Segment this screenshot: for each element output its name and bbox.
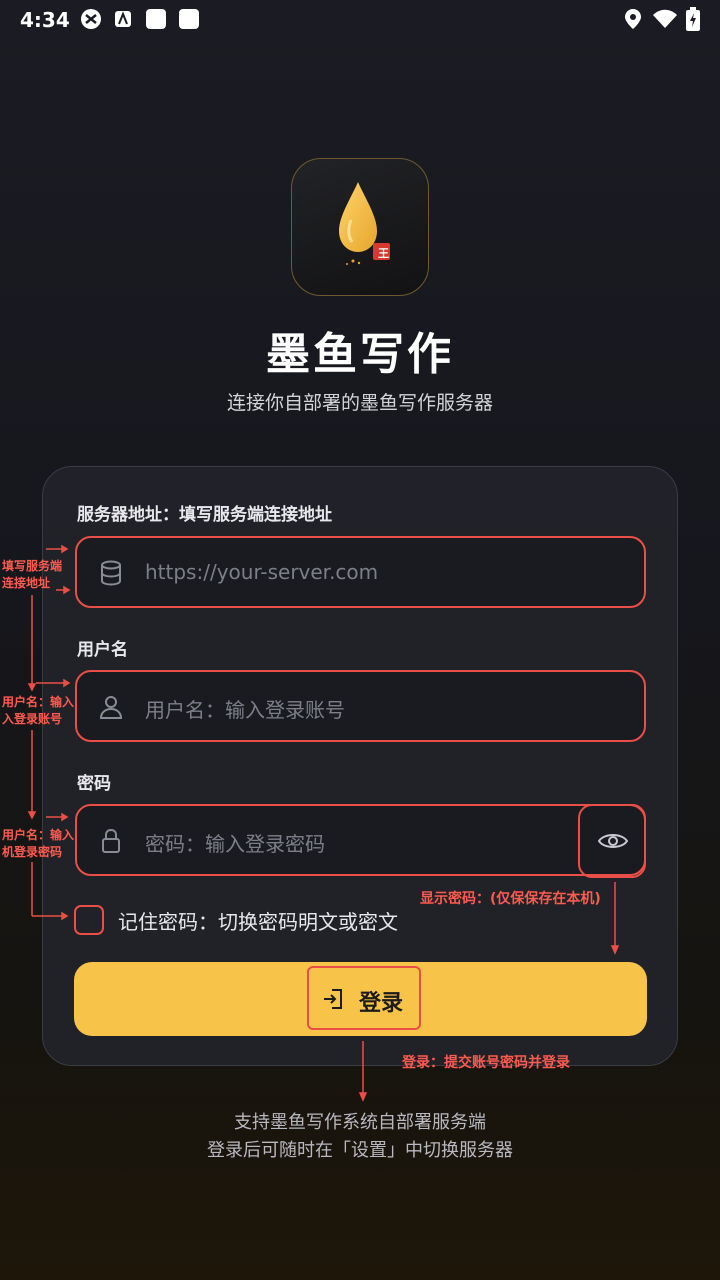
server-field[interactable]: https://your-server.com [75,536,646,608]
annotation-username: 用户名：输入 入登录账号 [2,694,74,728]
user-icon [99,696,123,719]
app-a-icon [115,11,131,27]
login-button-content: 登录 [307,966,421,1030]
password-label: 密码 [77,774,111,794]
annotation-server-line-2: 连接地址 [2,576,51,590]
show-password-button[interactable] [578,804,646,878]
wifi-icon [653,9,677,28]
database-icon [101,560,121,586]
annotation-server: 填写服务端 连接地址 [2,558,62,592]
app-title: 墨鱼写作 [266,329,454,380]
username-label: 用户名 [77,640,128,660]
login-button-label: 登录 [359,991,404,1016]
eye-icon [597,834,629,848]
status-time: 4:34 [20,8,70,32]
annotation-password: 用户名：输入 机登录密码 [2,827,74,861]
battery-charging-icon [686,7,700,31]
server-label: 服务器地址：填写服务端连接地址 [77,505,332,525]
location-icon [625,9,641,29]
footer-line-1: 支持墨鱼写作系统自部署服务端 [234,1112,486,1133]
annotation-password-line-1: 用户名：输入 [2,828,75,842]
app-subtitle: 连接你自部署的墨鱼写作服务器 [226,392,493,414]
server-input[interactable]: https://your-server.com [145,560,378,584]
login-button[interactable]: 登录 [74,962,647,1036]
password-field[interactable]: 密码：输入登录密码 [75,804,646,876]
annotation-server-line-1: 填写服务端 [2,559,63,573]
username-input[interactable]: 用户名：输入登录账号 [145,694,345,723]
lock-icon [102,828,120,853]
login-icon [324,989,342,1009]
annotation-username-line-2: 入登录账号 [2,712,63,726]
square-notification-icon [146,9,166,29]
annotation-login: 登录：提交账号密码并登录 [402,1055,570,1071]
footer-line-2: 登录后可随时在「设置」中切换服务器 [207,1140,513,1161]
remember-checkbox[interactable] [74,905,104,935]
app-logo: 王 [291,158,429,296]
logo-seal-text: 王 [378,247,389,260]
status-bar: 4:34 [0,0,720,40]
square-notification-icon [179,9,199,29]
shield-app-icon [81,9,101,29]
password-input[interactable]: 密码：输入登录密码 [145,828,325,857]
remember-label[interactable]: 记住密码：切换密码明文或密文 [118,906,398,935]
annotation-password-line-2: 机登录密码 [2,845,63,859]
annotation-username-line-1: 用户名：输入 [2,695,75,709]
annotation-show-password: 显示密码：(仅保保存在本机) [420,891,601,907]
ink-drop-icon [339,182,390,265]
username-field[interactable]: 用户名：输入登录账号 [75,670,646,742]
